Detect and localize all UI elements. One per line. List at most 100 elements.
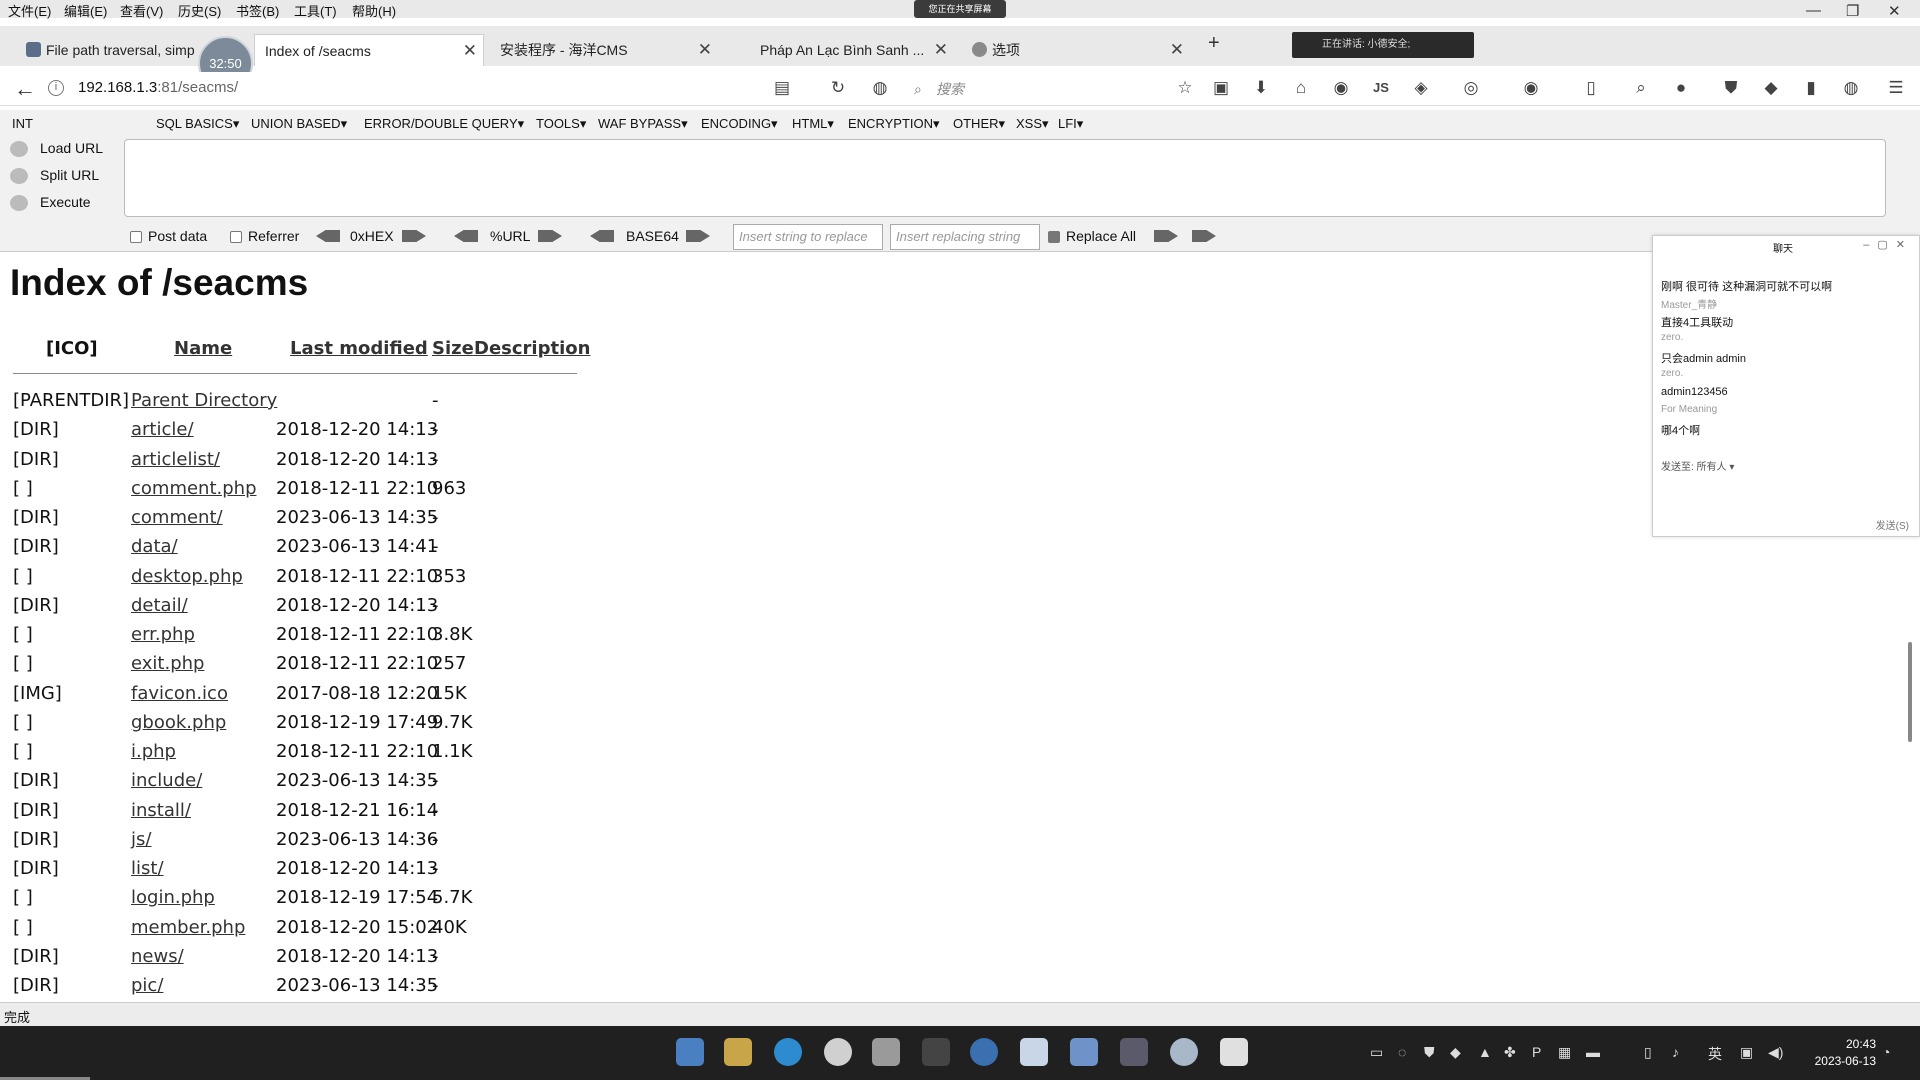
post-data-checkbox[interactable]: Post data [130, 228, 207, 244]
row-name-link[interactable]: gbook.php [131, 712, 226, 733]
tab-phap-an-lac[interactable]: Pháp An Lạc Bình Sanh ... ✕ [750, 34, 954, 66]
menu-help[interactable]: 帮助(H) [352, 1, 396, 20]
row-name-link[interactable]: member.php [131, 917, 245, 938]
app-icon[interactable] [1020, 1038, 1048, 1066]
row-name-link[interactable]: comment.php [131, 478, 257, 499]
network-icon[interactable]: ▣ [1740, 1044, 1753, 1061]
row-name-link[interactable]: exit.php [131, 653, 204, 674]
row-name-link[interactable]: pic/ [131, 975, 163, 996]
js-icon[interactable]: JS [1371, 78, 1391, 98]
execute-button[interactable]: Execute [10, 194, 91, 212]
notepad-icon[interactable] [872, 1038, 900, 1066]
row-name-link[interactable]: list/ [131, 858, 164, 879]
replace-arrow-icon[interactable] [1154, 230, 1178, 242]
scroll-thumb[interactable] [1908, 642, 1912, 742]
close-window-icon[interactable]: ✕ [1888, 2, 1901, 20]
start-icon[interactable] [676, 1038, 704, 1066]
download-icon[interactable]: ⬇ [1251, 78, 1271, 98]
menu-history[interactable]: 历史(S) [178, 1, 221, 20]
close-tab-icon[interactable]: ✕ [934, 34, 948, 66]
row-name-link[interactable]: desktop.php [131, 566, 243, 587]
hackbar-url-textarea[interactable] [124, 139, 1886, 217]
tray-icon[interactable]: ▬ [1586, 1044, 1600, 1060]
file-explorer-icon[interactable] [724, 1038, 752, 1066]
home-icon[interactable]: ⌂ [1291, 78, 1311, 98]
replacing-string-input[interactable]: Insert replacing string [890, 224, 1040, 250]
hex-encode-arrow-icon[interactable] [402, 230, 426, 242]
system-clock[interactable]: 20:43 2023-06-13 [1815, 1036, 1876, 1070]
notification-icon[interactable]: ◔ [1882, 1044, 1890, 1060]
url-bar[interactable]: 192.168.1.3:81/seacms/ [78, 79, 238, 96]
menu-icon[interactable]: ☰ [1886, 78, 1906, 98]
extension-icon[interactable]: ▮ [1801, 78, 1821, 98]
menu-file[interactable]: 文件(E) [8, 1, 51, 20]
search-input[interactable]: ⌕ 搜索 [910, 78, 1060, 102]
page-scrollbar[interactable] [1905, 252, 1915, 1002]
url-encode-arrow-icon[interactable] [538, 230, 562, 242]
reload-icon[interactable]: ↻ [828, 78, 848, 98]
close-tab-icon[interactable]: ✕ [698, 34, 712, 66]
shield-icon[interactable]: ⛊ [1424, 1044, 1435, 1061]
layout-icon[interactable]: ▤ [772, 78, 792, 98]
tab-seacms-install[interactable]: 安装程序 - 海洋CMS ✕ [490, 34, 718, 66]
replace-all-checkbox[interactable]: Replace All [1048, 228, 1136, 244]
site-info-icon[interactable]: i [48, 80, 64, 96]
tool-icon[interactable] [922, 1038, 950, 1066]
row-name-link[interactable]: err.php [131, 624, 195, 645]
menu-tools[interactable]: 工具(T) [294, 1, 337, 20]
usb-icon[interactable]: ▯ [1644, 1044, 1652, 1061]
tray-icon[interactable]: P [1532, 1044, 1541, 1060]
shield-icon[interactable]: ⛊ [1721, 78, 1741, 98]
tray-icon[interactable]: ▭ [1370, 1044, 1383, 1061]
col-size-header[interactable]: Size [432, 338, 474, 359]
base64-encode-arrow-icon[interactable] [686, 230, 710, 242]
row-name-link[interactable]: include/ [131, 770, 202, 791]
tray-icon[interactable]: ◌ [1398, 1044, 1406, 1060]
reader-icon[interactable]: ▣ [1211, 78, 1231, 98]
zoom-icon[interactable]: ⌕ [1631, 78, 1651, 98]
extension-icon[interactable]: ▯ [1581, 78, 1601, 98]
injection-type-select[interactable]: INT [12, 116, 33, 131]
menu-sql-basics[interactable]: SQL BASICS▾ [156, 116, 239, 132]
col-description-header[interactable]: Description [474, 338, 590, 359]
chrome-icon[interactable] [824, 1038, 852, 1066]
col-modified-header[interactable]: Last modified [290, 338, 428, 359]
base64-decode-arrow-icon[interactable] [590, 230, 614, 242]
chat-send-button[interactable]: 发送(S) [1876, 517, 1909, 532]
row-name-link[interactable]: detail/ [131, 595, 188, 616]
ime-indicator[interactable]: 英 [1708, 1044, 1722, 1064]
tray-icon[interactable]: ✤ [1504, 1044, 1516, 1061]
new-tab-button[interactable]: + [1208, 32, 1220, 55]
row-name-link[interactable]: data/ [131, 536, 178, 557]
menu-view[interactable]: 查看(V) [120, 1, 163, 20]
tab-options[interactable]: 选项 ✕ [966, 34, 1190, 66]
volume-icon[interactable]: ◀) [1768, 1044, 1783, 1061]
col-name-header[interactable]: Name [174, 338, 232, 359]
minimize-icon[interactable]: — [1806, 2, 1821, 19]
row-name-link[interactable]: install/ [131, 800, 191, 821]
row-name-link[interactable]: news/ [131, 946, 184, 967]
edge-icon[interactable] [774, 1038, 802, 1066]
row-name-link[interactable]: articlelist/ [131, 449, 220, 470]
row-name-link[interactable]: login.php [131, 887, 215, 908]
row-name-link[interactable]: Parent Directory [131, 390, 277, 411]
extension-icon[interactable]: ◆ [1761, 78, 1781, 98]
extension-icon[interactable]: ◎ [1461, 78, 1481, 98]
replace-arrow-icon[interactable] [1192, 230, 1216, 242]
menu-lfi[interactable]: LFI▾ [1058, 116, 1083, 132]
referrer-checkbox[interactable]: Referrer [230, 228, 299, 244]
close-tab-icon[interactable]: ✕ [1170, 34, 1184, 66]
microphone-icon[interactable]: ♪ [1672, 1044, 1679, 1060]
addon-icon[interactable]: ◉ [1331, 78, 1351, 98]
app-icon[interactable] [1120, 1038, 1148, 1066]
globe-icon[interactable]: ◍ [870, 78, 890, 98]
url-decode-arrow-icon[interactable] [454, 230, 478, 242]
menu-edit[interactable]: 编辑(E) [64, 1, 107, 20]
app-icon[interactable] [1220, 1038, 1248, 1066]
replace-string-input[interactable]: Insert string to replace [733, 224, 883, 250]
firefox-icon[interactable] [970, 1038, 998, 1066]
menu-union-based[interactable]: UNION BASED▾ [251, 116, 347, 132]
extension-icon[interactable]: ◈ [1411, 78, 1431, 98]
menu-tools[interactable]: TOOLS▾ [536, 116, 586, 132]
star-icon[interactable]: ☆ [1175, 78, 1195, 98]
